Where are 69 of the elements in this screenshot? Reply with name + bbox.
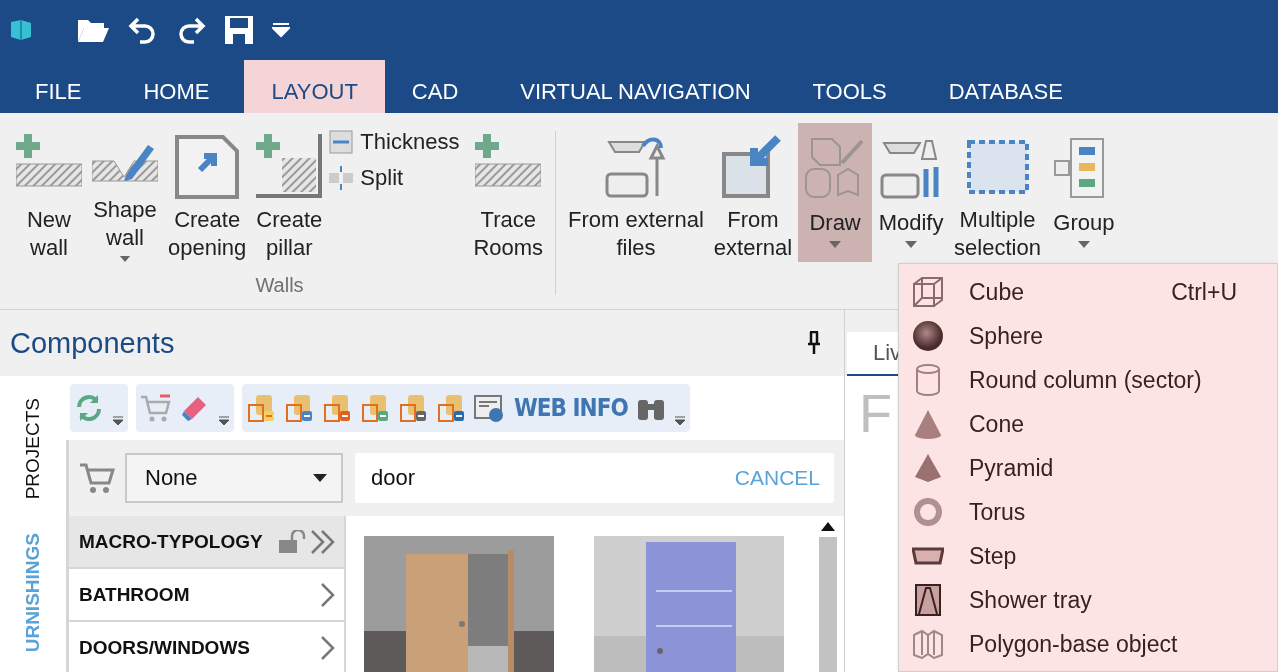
menu-item[interactable]: Cone <box>899 402 1277 446</box>
ribbon-tab[interactable]: HOME <box>116 60 237 113</box>
category-row[interactable]: MACRO-TYPOLOGY <box>69 516 346 569</box>
ribbon-tab[interactable]: VIRTUAL NAVIGATION <box>493 60 778 113</box>
polygon-object-icon <box>912 629 944 659</box>
scroll-up-icon[interactable] <box>821 522 835 531</box>
shower-tray-icon <box>915 584 941 616</box>
dropdown-arrow-icon <box>313 474 327 482</box>
sphere-icon <box>912 320 944 352</box>
menu-item[interactable]: Pyramid <box>899 446 1277 490</box>
undo-icon[interactable] <box>128 15 158 45</box>
ribbon-button[interactable]: Group <box>1046 123 1121 262</box>
group-label: Walls <box>255 274 304 297</box>
dropdown-arrow-icon[interactable] <box>218 416 230 426</box>
web-info-button[interactable]: WEB INFO <box>514 394 628 422</box>
menu-item[interactable]: Cube Ctrl+U <box>899 270 1277 314</box>
document-heading: F <box>859 386 892 440</box>
ribbon-small-button[interactable]: Split <box>328 165 460 191</box>
cube-icon <box>912 276 944 308</box>
pin-icon[interactable] <box>806 331 822 355</box>
ribbon-small-button[interactable]: Thickness <box>328 129 460 155</box>
redo-icon[interactable] <box>176 15 206 45</box>
category-row[interactable]: BATHROOM <box>69 569 346 622</box>
thickness-icon <box>328 129 355 155</box>
search-field[interactable]: door CANCEL <box>355 453 834 503</box>
cylinder-icon <box>915 364 941 396</box>
panel-title: Components <box>10 326 175 360</box>
dropdown-arrow-icon[interactable] <box>112 416 124 426</box>
refresh-icon[interactable] <box>74 393 104 423</box>
ribbon-tab[interactable]: FILE <box>8 60 109 113</box>
unlock-icon[interactable] <box>278 529 306 554</box>
opening-icon <box>174 133 241 200</box>
ribbon-button[interactable]: Draw <box>798 123 873 262</box>
pillar-icon <box>256 133 323 200</box>
menu-item[interactable]: Step <box>899 534 1277 578</box>
menu-item[interactable]: Torus <box>899 490 1277 534</box>
save-icon[interactable] <box>224 15 254 45</box>
ribbon-button[interactable]: Create opening <box>164 123 251 262</box>
ribbon-tab[interactable]: TOOLS <box>785 60 914 113</box>
ribbon-button[interactable]: Modify <box>874 123 949 262</box>
menu-item[interactable]: Shower tray <box>899 578 1277 622</box>
ribbon-tab[interactable]: DATABASE <box>921 60 1090 113</box>
menu-item[interactable]: Polygon-base object <box>899 622 1277 666</box>
cart-icon[interactable] <box>79 461 115 495</box>
scrollbar-thumb[interactable] <box>819 537 837 672</box>
customize-dropdown-icon[interactable] <box>272 22 290 38</box>
torus-icon <box>913 497 943 527</box>
split-icon <box>328 165 355 191</box>
category-row[interactable]: DOORS/WINDOWS <box>69 622 346 672</box>
chevron-right-icon[interactable] <box>320 581 336 608</box>
list-select[interactable]: None <box>125 453 343 503</box>
dropdown-arrow-icon[interactable] <box>673 416 686 426</box>
cart-remove-icon[interactable] <box>140 393 172 423</box>
ribbon-button[interactable]: New wall <box>12 123 86 262</box>
ribbon-button[interactable]: Trace Rooms <box>469 123 548 262</box>
ribbon-button[interactable]: Shape wall <box>88 123 162 262</box>
ribbon-button[interactable]: Multiple selection <box>950 123 1045 262</box>
pyramid-icon <box>914 453 942 483</box>
double-chevron-icon[interactable] <box>310 528 336 555</box>
cone-icon <box>914 409 942 439</box>
ribbon-button[interactable]: From external <box>709 123 797 262</box>
side-tab[interactable]: PROJECTS <box>22 398 44 500</box>
ribbon-button[interactable]: Create pillar <box>252 123 327 262</box>
ribbon-button[interactable]: From external files <box>564 123 708 262</box>
chevron-right-icon[interactable] <box>320 634 336 661</box>
ribbon-tab[interactable]: CAD <box>384 60 486 113</box>
step-icon <box>912 547 944 565</box>
app-logo-icon[interactable] <box>10 19 32 41</box>
ribbon-tab[interactable]: LAYOUT <box>244 60 385 113</box>
